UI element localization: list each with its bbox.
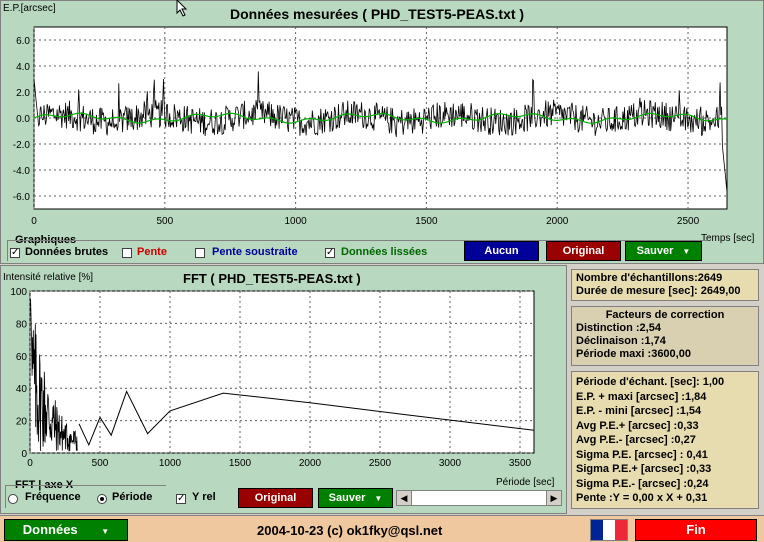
slope-label: Pente xyxy=(137,246,167,258)
scroll-left-icon[interactable]: ◀ xyxy=(397,491,412,505)
fft-chart: 0204060801000 500 1000 1500 2000 2500 3000 3500 xyxy=(10,287,535,469)
fin-button[interactable]: Fin xyxy=(635,519,757,541)
slope-removed-label: Pente soustraite xyxy=(212,246,298,258)
stat-ep-minus-mini: E.P. - mini [arcsec] :1,54 xyxy=(576,405,702,417)
slope-checkbox[interactable] xyxy=(122,248,132,258)
footer-copyright: 2004-10-23 (c) ok1fky@qsl.net xyxy=(257,523,443,538)
donnees-label: Données xyxy=(22,522,78,537)
fft-y-tick-label: 60 xyxy=(16,352,28,363)
top-y-tick-label: -4.0 xyxy=(13,166,31,177)
fft-y-tick-label: 20 xyxy=(16,417,28,428)
top-y-tick-label: 6.0 xyxy=(16,36,30,47)
correction-info-box: Facteurs de correction Distinction :2,54… xyxy=(571,306,759,366)
fft-x-tick-label: 3500 xyxy=(509,458,532,469)
samples-count: Nombre d'échantillons:2649 xyxy=(576,272,723,284)
dropdown-arrow-icon: ▼ xyxy=(682,247,691,256)
stat-sigma-pe: Sigma P.E. [arcsec] : 0,41 xyxy=(576,448,708,461)
fft-x-tick-label: 2000 xyxy=(299,458,322,469)
top-x-tick-label: 1000 xyxy=(284,216,307,227)
top-x-unit-label: Temps [sec] xyxy=(701,233,755,244)
stat-ep-plus-maxi: E.P. + maxi [arcsec] :1,84 xyxy=(576,390,707,403)
stat-avg-pe-plus: Avg P.E.+ [arcsec] :0,33 xyxy=(576,419,699,432)
top-original-button[interactable]: Original xyxy=(546,241,621,261)
top-x-tick-label: 0 xyxy=(31,216,37,227)
fft-x-tick-label: 500 xyxy=(92,458,109,469)
fft-plot-area xyxy=(29,290,535,454)
top-y-tick-label: -2.0 xyxy=(13,140,31,151)
samples-info-box: Nombre d'échantillons:2649 Durée de mesu… xyxy=(571,269,759,301)
periode-label: Période xyxy=(112,491,153,503)
dropdown-arrow-icon: ▼ xyxy=(101,527,110,536)
top-y-tick-label: 2.0 xyxy=(16,88,30,99)
frequence-label: Fréquence xyxy=(25,491,81,503)
stat-sigma-pe-minus: Sigma P.E.- [arcsec] :0,24 xyxy=(576,477,709,490)
frequence-radio[interactable] xyxy=(8,494,18,504)
slope-removed-checkbox[interactable] xyxy=(195,248,205,258)
fft-x-tick-label: 2500 xyxy=(369,458,392,469)
raw-data-checkbox[interactable]: ✓ xyxy=(10,248,20,258)
fft-sauver-button[interactable]: Sauver ▼ xyxy=(318,488,393,508)
smoothed-checkbox[interactable]: ✓ xyxy=(325,248,335,258)
fft-x-tick-label: 3000 xyxy=(439,458,462,469)
aucun-button[interactable]: Aucun xyxy=(464,241,539,261)
correction-declinaison: Déclinaison :1,74 xyxy=(576,335,666,347)
fft-x-tick-label: 0 xyxy=(27,458,33,469)
stat-avg-pe-minus: Avg P.E.- [arcsec] :0,27 xyxy=(576,434,696,446)
fft-y-tick-label: 80 xyxy=(16,319,28,330)
fft-original-button[interactable]: Original xyxy=(238,488,313,508)
donnees-button[interactable]: Données ▼ xyxy=(4,519,128,541)
stat-sigma-pe-plus: Sigma P.E.+ [arcsec] :0,33 xyxy=(576,463,712,475)
top-y-tick-label: 0.0 xyxy=(16,114,30,125)
mouse-cursor-icon xyxy=(176,0,188,17)
french-flag-icon[interactable] xyxy=(590,519,628,541)
correction-distinction: Distinction :2,54 xyxy=(576,322,661,334)
measure-duration: Durée de mesure [sec]: 2649,00 xyxy=(576,285,741,297)
raw-data-label: Données brutes xyxy=(25,246,109,258)
top-x-tick-label: 2000 xyxy=(546,216,569,227)
fft-y-tick-label: 40 xyxy=(16,384,28,395)
yrel-checkbox[interactable]: ✓ xyxy=(176,494,186,504)
top-x-tick-label: 2500 xyxy=(677,216,700,227)
stat-slope: Pente :Y = 0,00 x X + 0,31 xyxy=(576,492,708,504)
stats-info-box: Période d'échant. [sec]: 1,00 E.P. + max… xyxy=(571,371,759,509)
top-x-tick-label: 500 xyxy=(156,216,173,227)
stat-periode-echant: Période d'échant. [sec]: 1,00 xyxy=(576,376,725,388)
fft-x-unit-label: Période [sec] xyxy=(496,477,555,488)
top-y-tick-label: 4.0 xyxy=(16,62,30,73)
dropdown-arrow-icon: ▼ xyxy=(374,494,383,503)
fft-scrollbar[interactable]: ◀ ▶ xyxy=(396,490,562,506)
top-chart: 6.0 4.0 2.0 0.0 -2.0 -4.0 -6.0 0 500 1000 1500 2000… xyxy=(13,26,728,227)
scroll-right-icon[interactable]: ▶ xyxy=(546,491,561,505)
top-y-tick-label: -6.0 xyxy=(13,192,31,203)
fft-sauver-label: Sauver xyxy=(328,492,366,504)
yrel-label: Y rel xyxy=(192,491,216,503)
correction-periode-maxi: Période maxi :3600,00 xyxy=(576,348,691,360)
fft-y-tick-label: 100 xyxy=(10,287,27,298)
top-sauver-label: Sauver xyxy=(636,245,674,257)
periode-radio[interactable] xyxy=(97,494,107,504)
correction-title: Facteurs de correction xyxy=(605,309,725,321)
fft-x-tick-label: 1000 xyxy=(159,458,182,469)
top-x-tick-label: 1500 xyxy=(415,216,438,227)
top-sauver-button[interactable]: Sauver ▼ xyxy=(625,241,702,261)
smoothed-label: Données lissées xyxy=(341,246,428,258)
fft-x-tick-label: 1500 xyxy=(229,458,252,469)
